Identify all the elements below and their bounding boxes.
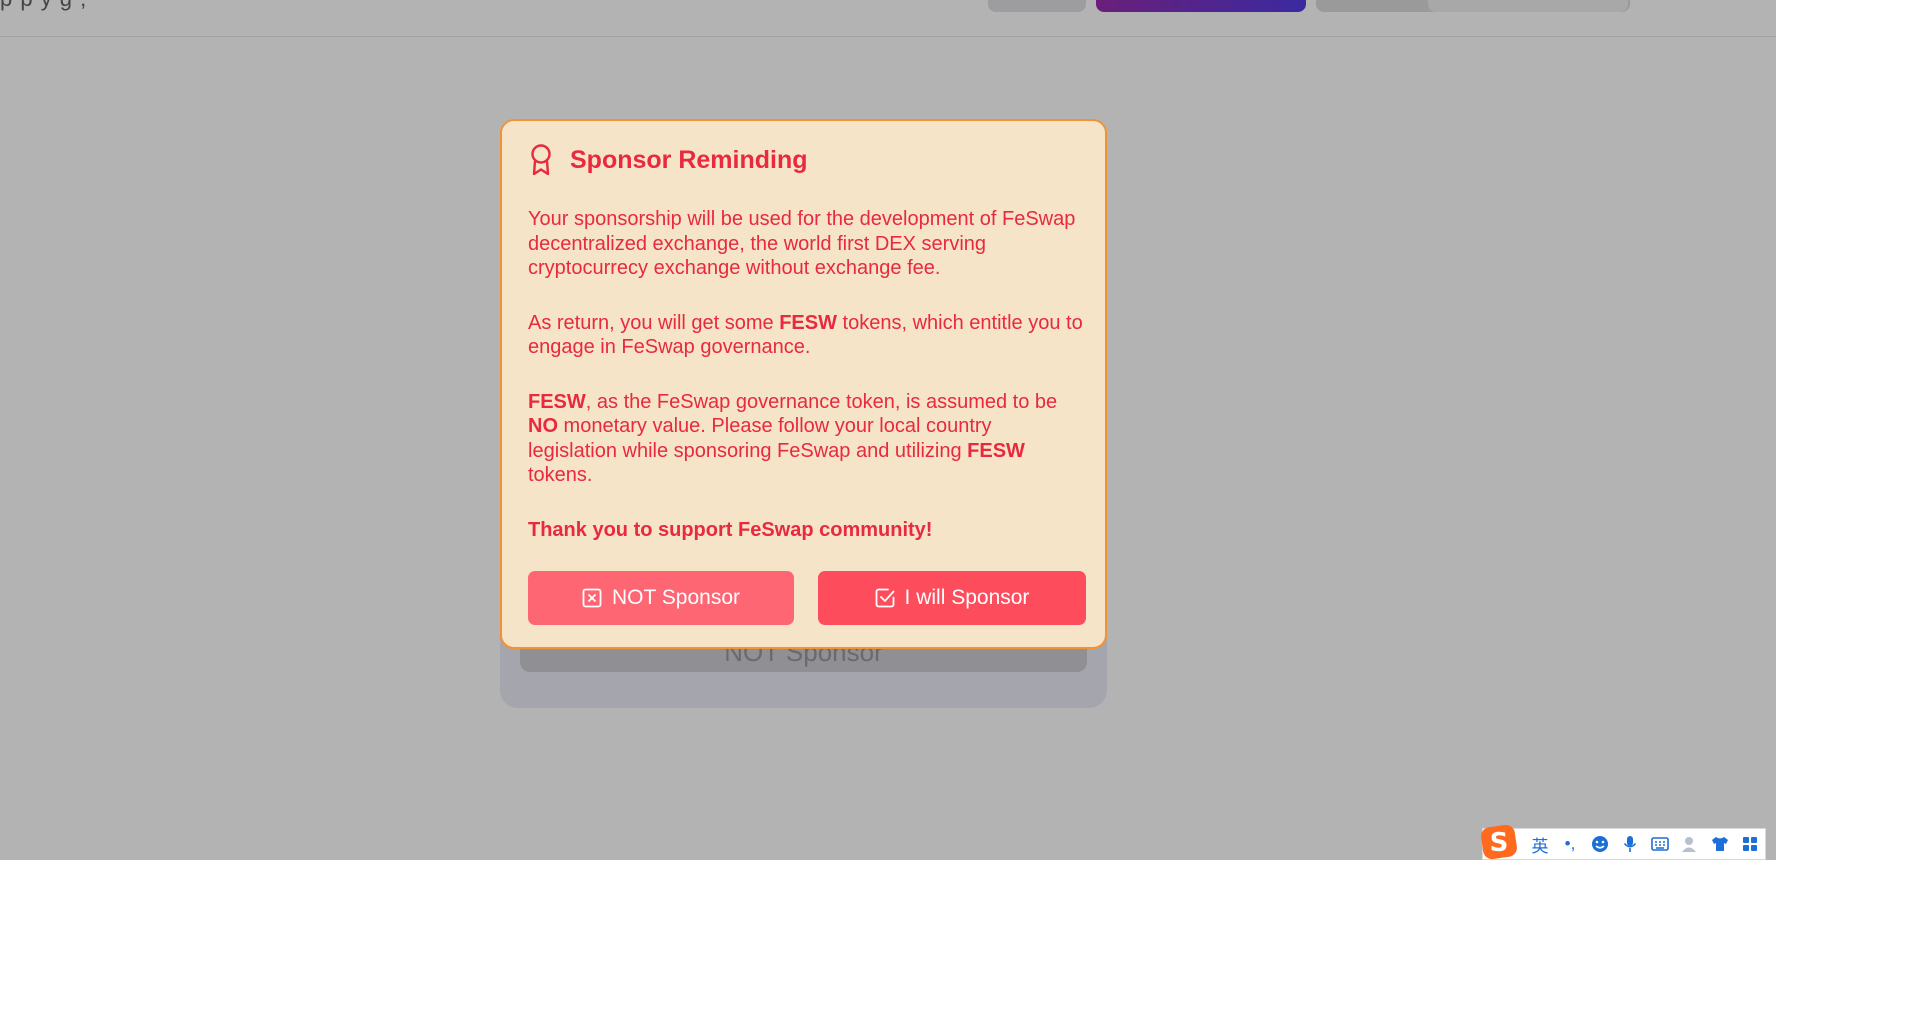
network-button[interactable]	[988, 0, 1086, 12]
top-bar-title-fragment: p p y g ,	[0, 0, 87, 12]
legal-notice-text: FESW, as the FeSwap governance token, is…	[528, 390, 1058, 487]
ime-mode-toggle[interactable]: 英	[1525, 833, 1555, 856]
user-icon[interactable]	[1675, 833, 1705, 855]
emoji-icon[interactable]	[1585, 833, 1615, 855]
app-viewport: p p y g , NOT Sponsor Sponsor Reminding …	[0, 0, 1776, 860]
sponsorship-purpose-text: Your sponsorship will be used for the de…	[528, 208, 1076, 279]
sponsor-reminding-modal: Sponsor Reminding Your sponsorship will …	[500, 119, 1107, 649]
apps-grid-icon[interactable]	[1735, 833, 1765, 855]
ime-punctuation-toggle[interactable]: •,	[1555, 833, 1585, 855]
svg-text:S: S	[1490, 828, 1509, 858]
award-ribbon-icon	[528, 143, 554, 177]
thank-you-text: Thank you to support FeSwap community!	[528, 518, 933, 541]
close-square-icon	[582, 588, 602, 608]
not-sponsor-label: NOT Sponsor	[612, 586, 740, 609]
not-sponsor-button[interactable]: NOT Sponsor	[528, 571, 794, 625]
ime-toolbar: S 英 •,	[1481, 824, 1766, 860]
modal-body: Your sponsorship will be used for the de…	[528, 207, 1083, 542]
no-emphasis: NO	[528, 415, 558, 437]
modal-header: Sponsor Reminding	[528, 143, 808, 177]
shirt-icon[interactable]	[1705, 833, 1735, 855]
microphone-icon[interactable]	[1615, 833, 1645, 855]
keyboard-icon[interactable]	[1645, 833, 1675, 855]
ime-items: 英 •,	[1525, 833, 1765, 856]
will-sponsor-button[interactable]: I will Sponsor	[818, 571, 1086, 625]
wallet-address[interactable]	[1428, 0, 1628, 12]
token-name: FESW	[779, 311, 837, 334]
token-return-text: As return, you will get some FESW tokens…	[528, 311, 1083, 359]
token-name: FESW	[967, 439, 1025, 462]
modal-title: Sponsor Reminding	[570, 145, 808, 174]
will-sponsor-label: I will Sponsor	[904, 586, 1030, 609]
check-square-icon	[875, 588, 894, 608]
sogou-logo-icon[interactable]: S	[1479, 823, 1519, 860]
token-name: FESW	[528, 390, 586, 413]
sponsor-top-button[interactable]	[1096, 0, 1306, 12]
top-bar: p p y g ,	[0, 0, 1776, 37]
